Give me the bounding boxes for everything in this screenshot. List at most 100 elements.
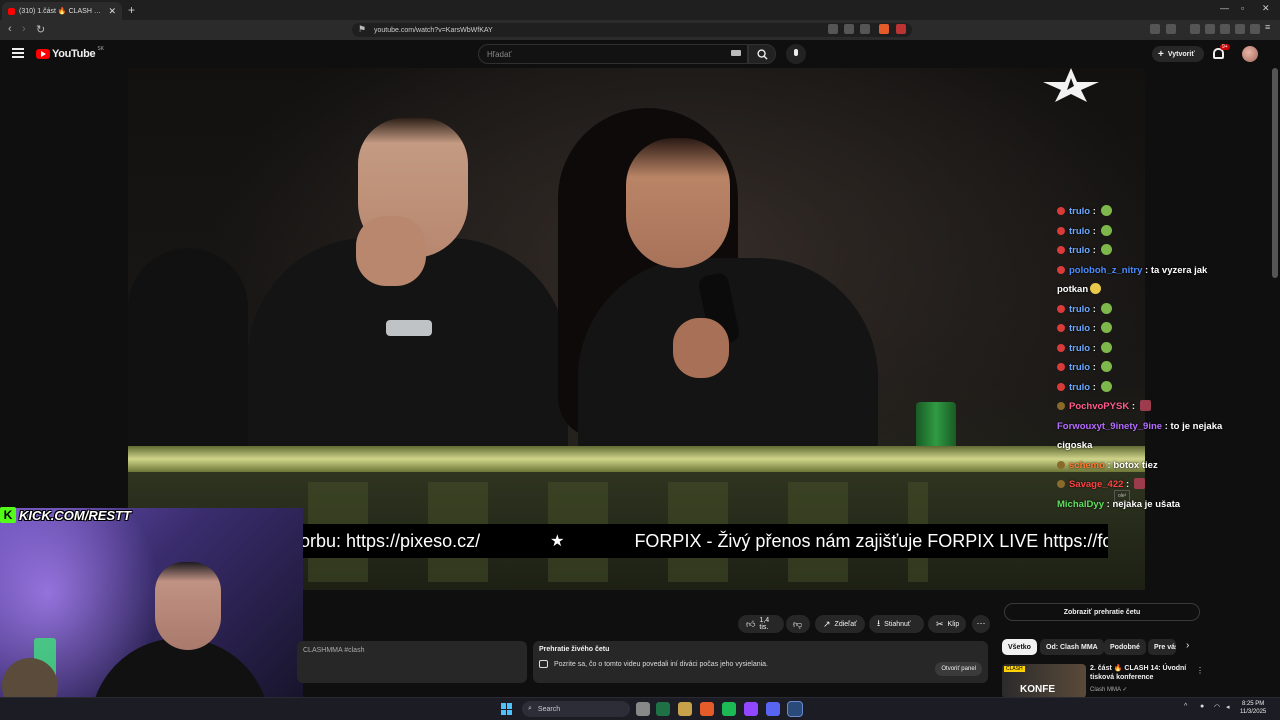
windows-start-icon[interactable] <box>501 703 513 715</box>
share-page-icon[interactable] <box>860 24 870 34</box>
menu-icon[interactable]: ≡ <box>1265 22 1275 32</box>
chip-for-you[interactable]: Pre vás <box>1148 639 1176 655</box>
chat-replay-title: Prehratie živého četu <box>539 646 610 653</box>
minimize-icon[interactable]: — <box>1220 3 1229 13</box>
forward-icon[interactable]: › <box>22 23 26 35</box>
new-tab-button[interactable]: + <box>128 3 135 17</box>
system-clock[interactable]: 8:25 PM 11/3/2025 <box>1240 700 1266 716</box>
chat-message: trulo : <box>1057 378 1227 398</box>
chat-username: Savage_422 <box>1069 479 1124 490</box>
download-icon: ⭳ <box>877 618 881 628</box>
translate-icon[interactable] <box>844 24 854 34</box>
excel-icon[interactable] <box>656 702 670 716</box>
download-button[interactable]: ⭳ Stiahnuť <box>869 615 924 633</box>
brave-browser-icon[interactable] <box>700 702 714 716</box>
country-code: SK <box>97 46 104 52</box>
kick-banner: K KICK.COM/RESTT <box>0 506 131 524</box>
hamburger-menu-icon[interactable] <box>12 48 24 58</box>
share-button[interactable]: ↗ Zdieľať <box>815 615 865 633</box>
discord-icon[interactable] <box>766 702 780 716</box>
show-chat-replay-button[interactable]: Zobraziť prehratie četu <box>1004 603 1200 621</box>
video-drink-can <box>916 402 956 452</box>
reload-icon[interactable]: ↻ <box>36 23 45 36</box>
rewards-icon[interactable] <box>896 24 906 34</box>
media-icon[interactable] <box>1166 24 1176 34</box>
create-button[interactable]: + Vytvoriť <box>1152 46 1204 62</box>
dislike-button[interactable]: 👎︎ <box>786 615 810 633</box>
tray-mic-icon[interactable]: ● <box>1200 703 1204 710</box>
chat-message: schemo : botox tiez <box>1057 456 1227 476</box>
video-person-man-hand <box>356 216 426 286</box>
shield-icon[interactable] <box>1250 24 1260 34</box>
vpn-icon[interactable] <box>1235 24 1245 34</box>
chat-emote-icon <box>1100 322 1112 333</box>
keyboard-icon[interactable] <box>731 50 741 56</box>
volume-icon[interactable]: ◂ <box>1226 703 1230 711</box>
task-view-icon[interactable] <box>636 702 650 716</box>
brave-shield-icon[interactable] <box>879 24 889 34</box>
spotify-icon[interactable] <box>722 702 736 716</box>
chip-from-channel[interactable]: Od: Clash MMA <box>1040 639 1104 655</box>
file-explorer-icon[interactable] <box>678 702 692 716</box>
avatar[interactable] <box>1242 46 1258 62</box>
more-actions-button[interactable]: ⋯ <box>972 615 990 633</box>
chat-username: PochvoPYSK <box>1069 401 1130 412</box>
chat-emote-icon <box>1139 400 1151 411</box>
extension-icon[interactable] <box>1150 24 1160 34</box>
chip-all[interactable]: Všetko <box>1002 639 1037 655</box>
bookmark-icon[interactable]: ⚑ <box>358 24 366 35</box>
open-panel-button[interactable]: Otvoriť panel <box>935 662 982 676</box>
window-close-icon[interactable]: ✕ <box>1262 3 1270 14</box>
chat-badge-icon <box>1057 304 1065 313</box>
ticker-star-icon: ★ <box>550 533 565 550</box>
page-scrollbar[interactable] <box>1272 68 1278 278</box>
chat-emote-icon <box>1100 244 1112 255</box>
rec-menu-icon[interactable]: ⋮ <box>1196 666 1204 675</box>
chat-username: trulo <box>1069 225 1091 237</box>
wifi-icon[interactable]: ◠ <box>1214 703 1220 711</box>
share-icon: ↗ <box>823 618 831 629</box>
streamer-webcam <box>0 508 303 720</box>
chat-username: trulo <box>1069 381 1091 393</box>
youtube-header: YouTube SK Hľadať + Vytvoriť 9+ <box>0 40 1280 68</box>
chat-badge-icon <box>1057 382 1065 391</box>
taskbar-search-input[interactable]: ⌕ Search <box>522 701 630 717</box>
search-input[interactable]: Hľadať <box>478 44 748 64</box>
voice-search-icon[interactable] <box>786 44 806 64</box>
browser-tab[interactable]: (310) 1.část 🔥 CLASH 14: Ú ✕ <box>2 2 122 20</box>
browser-address-bar: ‹ › ↻ ⚑ youtube.com/watch?v=KarsWbWfKAY … <box>0 20 1280 40</box>
video-table-top <box>128 446 1145 472</box>
back-icon[interactable]: ‹ <box>8 23 12 35</box>
chat-message: MichalDyy : nejaka je ušata <box>1057 498 1181 510</box>
wallet-icon[interactable] <box>1220 24 1230 34</box>
chat-badge-icon <box>1057 363 1065 371</box>
clip-button[interactable]: ✂ Klip <box>928 615 966 633</box>
chat-badge-icon <box>1057 343 1065 352</box>
chat-overlay: trulo : trulo : trulo : poloboh_z_nitry … <box>1057 202 1227 514</box>
chat-badge-icon <box>1057 460 1065 469</box>
youtube-logo[interactable]: YouTube SK <box>36 46 104 60</box>
like-button[interactable]: 👍︎ 1,4 tis. <box>738 615 784 633</box>
youtube-favicon-icon <box>8 7 15 15</box>
chat-emote-icon <box>1100 341 1112 353</box>
description-box[interactable]: CLASHMMA #clash <box>297 641 527 683</box>
chip-related[interactable]: Podobné <box>1104 639 1146 655</box>
chat-emote-icon <box>1100 302 1112 314</box>
tab-close-icon[interactable]: ✕ <box>108 6 116 17</box>
cast-icon[interactable] <box>828 24 838 34</box>
maximize-icon[interactable]: ▫ <box>1241 3 1244 13</box>
rec-channel: Clash MMA ✓ <box>1090 687 1128 693</box>
music-icon[interactable] <box>1190 24 1200 34</box>
chevron-right-icon[interactable]: › <box>1186 640 1189 651</box>
sidebar-icon[interactable] <box>1205 24 1215 34</box>
search-button[interactable] <box>748 44 776 64</box>
clash-star-logo-icon <box>1043 68 1099 102</box>
tray-chevron-icon[interactable]: ^ <box>1184 703 1187 710</box>
recommended-video[interactable]: CLASH KONFE 2. část 🔥 CLASH 14: Úvodní t… <box>1002 664 1204 698</box>
kick-url-text: KICK.COM/RESTT <box>19 507 131 523</box>
taskbar-search-icon: ⌕ <box>528 705 532 712</box>
kick-logo-icon: K <box>0 507 16 523</box>
chat-username: trulo <box>1069 323 1091 334</box>
steam-icon[interactable] <box>787 701 803 717</box>
twitch-icon[interactable] <box>744 702 758 716</box>
